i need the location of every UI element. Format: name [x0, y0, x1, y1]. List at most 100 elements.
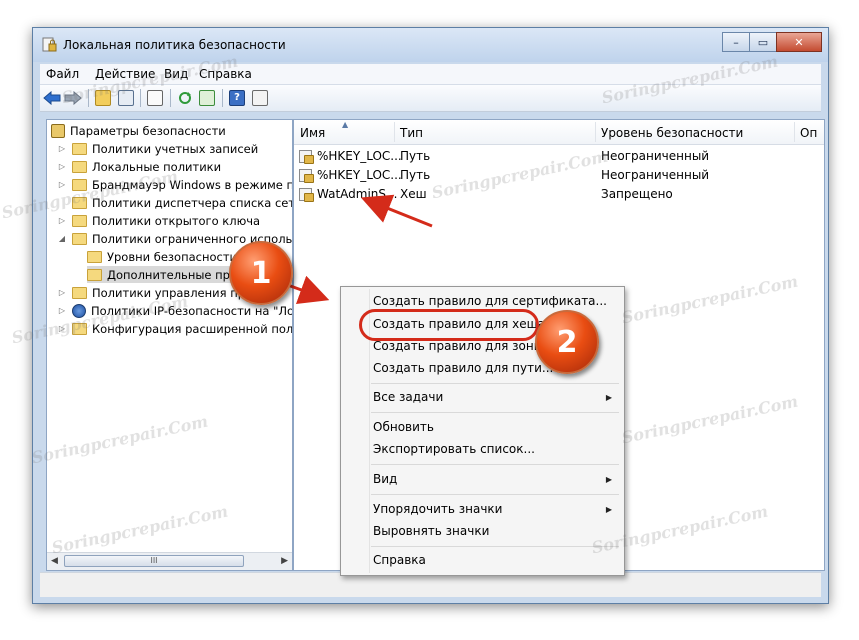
folder-icon [72, 322, 87, 335]
folder-icon [72, 196, 87, 209]
tree-item-account-policies[interactable]: ▷ Политики учетных записей [57, 140, 258, 157]
folder-icon [72, 142, 87, 155]
forward-arrow-icon[interactable] [63, 88, 83, 108]
properties-icon[interactable] [145, 88, 165, 108]
maximize-button[interactable]: ▭ [749, 32, 777, 52]
scroll-right-icon[interactable]: ▶ [281, 556, 288, 566]
menu-help[interactable]: Справка [199, 67, 252, 81]
menu-all-tasks[interactable]: Все задачи [373, 390, 443, 404]
column-security-level[interactable]: Уровень безопасности [601, 126, 743, 140]
column-type[interactable]: Тип [400, 126, 423, 140]
menu-help[interactable]: Справка [373, 553, 426, 567]
expand-arrow-icon[interactable]: ▷ [57, 216, 67, 225]
toolbar: ? [40, 85, 821, 112]
network-policy-icon [72, 303, 86, 318]
folder-icon [72, 178, 87, 191]
menu-bar: Файл Действие Вид Справка [40, 64, 821, 85]
tree-item-firewall[interactable]: ▷ Брандмауэр Windows в режиме пов [57, 176, 293, 193]
expand-arrow-icon[interactable]: ▷ [57, 180, 67, 189]
tree-item-label: Политики открытого ключа [92, 213, 261, 228]
expand-arrow-icon[interactable]: ▷ [57, 144, 67, 153]
tree-item-label: Брандмауэр Windows в режиме пов [92, 177, 293, 192]
help-icon[interactable]: ? [227, 88, 247, 108]
column-name[interactable]: Имя [300, 126, 325, 140]
folder-icon [72, 214, 87, 227]
title-bar[interactable]: Локальная политика безопасности – ▭ ✕ [33, 28, 828, 62]
tree-item-label: Политики учетных записей [92, 141, 259, 156]
folder-icon [87, 268, 102, 281]
tree-root[interactable]: Параметры безопасности [51, 122, 226, 139]
column-description[interactable]: Оп [800, 126, 817, 140]
menu-refresh[interactable]: Обновить [373, 420, 434, 434]
scroll-thumb[interactable]: III [64, 555, 244, 567]
tree-item-label: Политики диспетчера списка сетей [92, 195, 293, 210]
tree-item-label: Политики IP-безопасности на "Лока [91, 303, 293, 318]
tree-item-security-levels[interactable]: Уровни безопасности [87, 248, 237, 265]
horizontal-scrollbar[interactable]: ◀ III ▶ [47, 552, 292, 570]
table-row[interactable]: %HKEY_LOC... Путь Неограниченный [294, 147, 824, 166]
expand-arrow-icon[interactable]: ▷ [57, 324, 67, 333]
row-level: Неограниченный [601, 168, 710, 182]
tree-item-advanced-audit[interactable]: ▷ Конфигурация расширенной полит [57, 320, 293, 337]
close-button[interactable]: ✕ [776, 32, 822, 52]
folder-icon [72, 286, 87, 299]
row-name: WatAdminS... [317, 187, 398, 201]
up-folder-icon[interactable] [93, 88, 113, 108]
security-settings-icon [51, 123, 65, 138]
table-row[interactable]: %HKEY_LOC... Путь Неограниченный [294, 166, 824, 185]
tree-item-label: Локальные политики [92, 159, 222, 174]
tree-item-applocker[interactable]: ▷ Политики управления прил [57, 284, 260, 301]
menu-new-path-rule[interactable]: Создать правило для пути... [373, 361, 553, 375]
menu-new-certificate-rule[interactable]: Создать правило для сертификата... [373, 294, 607, 308]
folder-icon [72, 160, 87, 173]
step-badge-1: 1 [229, 241, 293, 305]
tree-item-label: Уровни безопасности [107, 249, 238, 264]
menu-arrange-icons[interactable]: Упорядочить значки [373, 502, 502, 516]
export-list-icon[interactable] [197, 88, 217, 108]
folder-icon [72, 232, 87, 245]
menu-file[interactable]: Файл [46, 67, 79, 81]
row-type: Путь [400, 168, 431, 182]
back-arrow-icon[interactable] [42, 88, 62, 108]
row-level: Запрещено [601, 187, 673, 201]
path-rule-icon [299, 150, 314, 164]
expand-arrow-icon[interactable]: ▷ [57, 288, 67, 297]
tree-item-label: Конфигурация расширенной полит [92, 321, 293, 336]
row-level: Неограниченный [601, 149, 710, 163]
navigation-tree[interactable]: Параметры безопасности ▷ Политики учетны… [46, 119, 293, 571]
hash-rule-icon [299, 188, 314, 202]
minimize-button[interactable]: – [722, 32, 750, 52]
tree-item-label: Дополнительные прав [107, 267, 244, 282]
row-type: Хеш [400, 187, 427, 201]
hash-rule-highlight [359, 309, 539, 341]
security-policy-icon [42, 37, 57, 52]
refresh-icon[interactable] [175, 88, 195, 108]
window-controls: – ▭ ✕ [722, 32, 822, 52]
tree-item-additional-rules[interactable]: Дополнительные прав [87, 266, 244, 283]
row-name: %HKEY_LOC... [317, 149, 402, 163]
menu-line-up-icons[interactable]: Выровнять значки [373, 524, 489, 538]
show-action-pane-icon[interactable] [250, 88, 270, 108]
submenu-arrow-icon: ▶ [605, 475, 612, 484]
menu-view[interactable]: Вид [164, 67, 188, 81]
menu-export-list[interactable]: Экспортировать список... [373, 442, 535, 456]
menu-new-zone-rule[interactable]: Создать правило для зоны се [373, 339, 561, 353]
expand-arrow-icon[interactable]: ▷ [57, 306, 67, 315]
sort-ascending-icon: ▲ [342, 120, 349, 129]
window-title: Локальная политика безопасности [63, 38, 286, 52]
tree-root-label: Параметры безопасности [70, 123, 226, 138]
scroll-left-icon[interactable]: ◀ [51, 556, 58, 566]
table-row[interactable]: WatAdminS... Хеш Запрещено [294, 185, 824, 204]
tree-item-network-list[interactable]: Политики диспетчера списка сетей [57, 194, 293, 211]
tree-item-local-policies[interactable]: ▷ Локальные политики [57, 158, 221, 175]
tree-item-public-key[interactable]: ▷ Политики открытого ключа [57, 212, 260, 229]
collapse-arrow-icon[interactable]: ◢ [57, 234, 67, 243]
step-badge-2: 2 [535, 310, 599, 374]
menu-action[interactable]: Действие [95, 67, 155, 81]
row-type: Путь [400, 149, 431, 163]
show-hide-tree-icon[interactable] [116, 88, 136, 108]
menu-view[interactable]: Вид [373, 472, 397, 486]
expand-arrow-icon[interactable]: ▷ [57, 162, 67, 171]
path-rule-icon [299, 169, 314, 183]
submenu-arrow-icon: ▶ [605, 505, 612, 514]
